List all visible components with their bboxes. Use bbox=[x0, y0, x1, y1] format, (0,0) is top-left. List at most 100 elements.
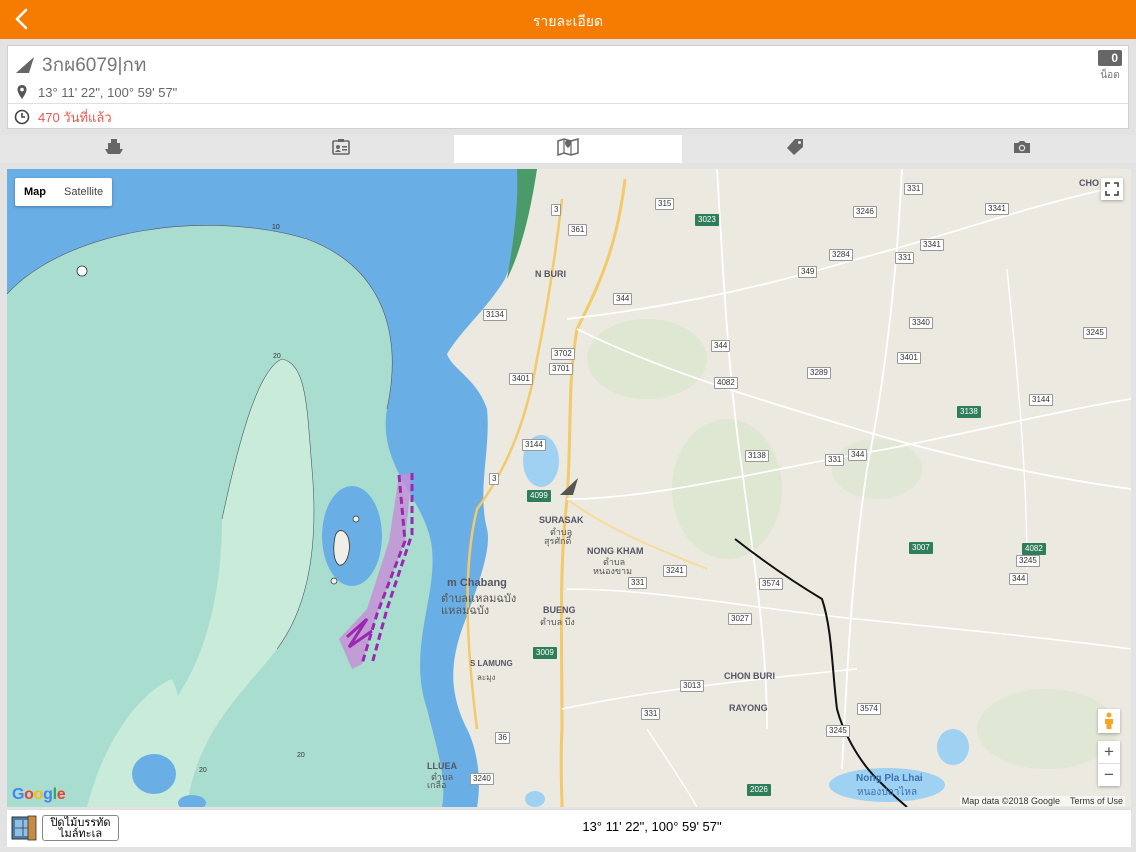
toggle-nautical-ruler-button[interactable]: ปิดไม้บรรทัด ไมล์ทะเล bbox=[42, 815, 119, 841]
heading-arrow-icon bbox=[14, 54, 38, 76]
place-label: ละมุง bbox=[477, 673, 496, 682]
place-label: BUENG bbox=[543, 605, 576, 615]
place-label: m Chabang bbox=[447, 577, 507, 589]
google-logo: Google bbox=[12, 786, 66, 803]
location-pin-icon bbox=[14, 84, 30, 100]
route-shield: 2026 bbox=[747, 784, 771, 796]
zoom-in-button[interactable]: + bbox=[1098, 741, 1120, 763]
top-bar: รายละเอียด bbox=[0, 0, 1136, 39]
card-divider bbox=[8, 103, 1128, 104]
speed-badge: 0 น็อต bbox=[1098, 50, 1122, 83]
place-label: แหลมฉบัง bbox=[441, 605, 490, 617]
place-label: N BURI bbox=[535, 269, 566, 279]
route-shield: 3701 bbox=[549, 363, 573, 375]
place-label: ตำบล บึง bbox=[540, 617, 575, 627]
route-shield: 3246 bbox=[853, 206, 877, 218]
route-shield: 3245 bbox=[1016, 555, 1040, 567]
map-view[interactable]: CHO N BURI SURASAK ตำบล สุรศักดิ์ NONG K… bbox=[7, 169, 1131, 807]
route-shield: 3 bbox=[489, 473, 500, 485]
place-label: หนองขาม bbox=[593, 566, 633, 576]
route-shield: 3574 bbox=[759, 578, 783, 590]
route-shield: 3027 bbox=[728, 613, 752, 625]
last-update-text: 470 วันที่แล้ว bbox=[38, 109, 112, 125]
fullscreen-icon[interactable] bbox=[1101, 178, 1123, 200]
route-shield: 3144 bbox=[1029, 394, 1053, 406]
map-icon bbox=[557, 137, 579, 162]
route-shield: 344 bbox=[1009, 573, 1029, 585]
place-label: สุรศักดิ์ bbox=[544, 536, 572, 546]
tab-camera[interactable] bbox=[909, 135, 1136, 163]
route-shield: 331 bbox=[895, 252, 915, 264]
map-center-coordinates: 13° 11' 22", 100° 59' 57" bbox=[582, 819, 722, 834]
place-label: เกลือ bbox=[427, 780, 447, 790]
tab-map[interactable] bbox=[454, 135, 682, 163]
place-label: SURASAK bbox=[539, 515, 584, 525]
tag-icon bbox=[785, 138, 805, 161]
route-shield: 3134 bbox=[483, 309, 507, 321]
place-label: RAYONG bbox=[729, 703, 768, 713]
route-shield: 361 bbox=[568, 224, 588, 236]
speed-unit: น็อต bbox=[1100, 70, 1120, 81]
route-shield: 3 bbox=[551, 204, 562, 216]
route-shield: 3245 bbox=[826, 725, 850, 737]
route-shield: 3138 bbox=[745, 450, 769, 462]
route-shield: 3341 bbox=[920, 239, 944, 251]
tab-tag[interactable] bbox=[682, 135, 909, 163]
map-type-control: Map Satellite bbox=[15, 178, 113, 206]
depth-label: 20 bbox=[297, 752, 305, 759]
depth-label: 20 bbox=[273, 353, 281, 360]
zoom-out-button[interactable]: − bbox=[1098, 764, 1120, 786]
map-canvas bbox=[7, 169, 1131, 807]
map-attribution: Map data ©2018 Google Terms of Use bbox=[959, 796, 1125, 806]
route-shield: 3009 bbox=[533, 647, 557, 659]
route-shield: 3401 bbox=[897, 352, 921, 364]
map-type-map-button[interactable]: Map bbox=[15, 178, 55, 206]
nautical-ruler-icon bbox=[11, 815, 37, 841]
route-shield: 331 bbox=[904, 183, 924, 195]
vehicle-plate: 3กผ6079|กท bbox=[42, 55, 147, 76]
ship-icon bbox=[104, 138, 124, 161]
place-label: หนองปลาไหล bbox=[857, 787, 918, 798]
id-card-icon bbox=[331, 138, 351, 161]
route-shield: 3574 bbox=[857, 703, 881, 715]
route-shield: 331 bbox=[628, 577, 648, 589]
route-shield: 344 bbox=[613, 293, 633, 305]
route-shield: 3284 bbox=[829, 249, 853, 261]
route-shield: 4082 bbox=[714, 377, 738, 389]
route-shield: 349 bbox=[798, 266, 818, 278]
place-label: CHON BURI bbox=[724, 671, 775, 681]
street-view-pegman-icon[interactable] bbox=[1098, 709, 1120, 733]
tab-info[interactable] bbox=[227, 135, 454, 163]
clock-icon bbox=[14, 109, 30, 125]
route-shield: 3289 bbox=[807, 367, 831, 379]
route-shield: 3241 bbox=[663, 565, 687, 577]
tab-vessel[interactable] bbox=[0, 135, 227, 163]
vehicle-info-card: 3กผ6079|กท 13° 11' 22", 100° 59' 57" 470… bbox=[7, 45, 1129, 129]
route-shield: 3240 bbox=[470, 773, 494, 785]
page-title: รายละเอียด bbox=[532, 13, 604, 29]
camera-icon bbox=[1012, 138, 1032, 161]
depth-label: 20 bbox=[199, 767, 207, 774]
map-type-satellite-button[interactable]: Satellite bbox=[55, 178, 112, 206]
route-shield: 4082 bbox=[1022, 543, 1046, 555]
bottom-bar: ปิดไม้บรรทัด ไมล์ทะเล 13° 11' 22", 100° … bbox=[7, 809, 1131, 847]
route-shield: 315 bbox=[655, 198, 675, 210]
route-shield: 3007 bbox=[909, 542, 933, 554]
vehicle-coordinates: 13° 11' 22", 100° 59' 57" bbox=[38, 84, 178, 100]
place-label: CHO bbox=[1079, 178, 1099, 188]
route-shield: 4099 bbox=[527, 490, 551, 502]
route-shield: 3340 bbox=[909, 317, 933, 329]
place-label: S LAMUNG bbox=[470, 659, 513, 668]
place-label: Nong Pla Lhai bbox=[856, 773, 923, 784]
route-shield: 36 bbox=[495, 732, 510, 744]
route-shield: 331 bbox=[641, 708, 661, 720]
route-shield: 344 bbox=[848, 449, 868, 461]
route-shield: 3144 bbox=[522, 439, 546, 451]
terms-link[interactable]: Terms of Use bbox=[1070, 796, 1123, 806]
route-shield: 3401 bbox=[509, 373, 533, 385]
speed-value: 0 bbox=[1098, 50, 1122, 66]
route-shield: 344 bbox=[711, 340, 731, 352]
zoom-control: + − bbox=[1098, 741, 1120, 786]
toggle-label-line2: ไมล์ทะเล bbox=[58, 828, 103, 840]
route-shield: 3013 bbox=[680, 680, 704, 692]
